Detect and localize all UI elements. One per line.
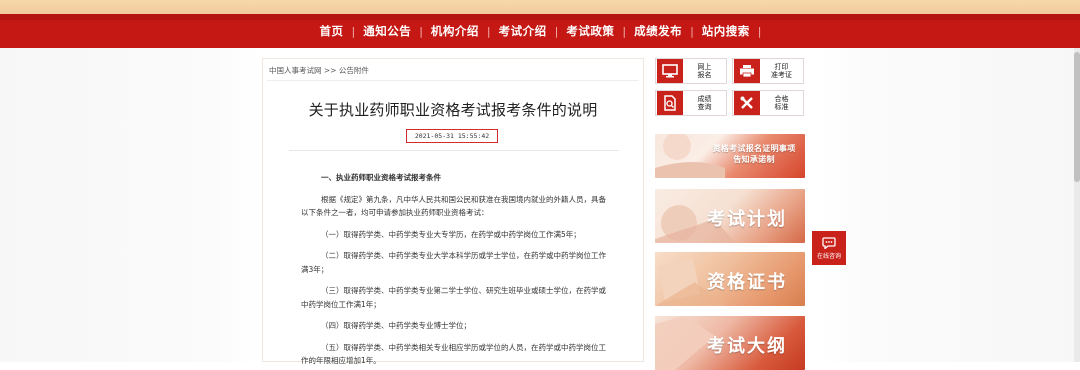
- nav-item-results[interactable]: 成绩发布: [626, 23, 690, 39]
- title-divider: [289, 150, 619, 151]
- scrollbar-thumb[interactable]: [1074, 52, 1080, 182]
- main-nav: 首页 | 通知公告 | 机构介绍 | 考试介绍 | 考试政策 | 成绩发布 | 站内搜索 |: [255, 14, 818, 48]
- quick-link-label: 网上 报名: [697, 62, 712, 80]
- nav-item-notices[interactable]: 通知公告: [355, 23, 419, 39]
- tools-icon: [734, 91, 760, 115]
- printer-icon: [734, 59, 760, 83]
- paragraph: （四）取得药学类、中药学类专业博士学位；: [321, 321, 471, 330]
- nav-item-organizations[interactable]: 机构介绍: [423, 23, 487, 39]
- top-decor-band: [0, 0, 1080, 14]
- banner-text: 资格证书: [707, 272, 787, 293]
- quick-link-online-registration[interactable]: 网上 报名: [655, 58, 727, 84]
- paragraph: （三）取得药学类、中药学类专业第二学士学位、研究生班毕业或硕士学位，在药学或中药…: [301, 286, 606, 309]
- banner-qualification-certificate[interactable]: 资格证书: [655, 252, 805, 306]
- quick-link-label: 合格 标准: [774, 94, 789, 112]
- nav-item-home[interactable]: 首页: [311, 23, 351, 39]
- quick-link-label: 打印 准考证: [771, 62, 792, 80]
- quick-link-score-query[interactable]: 成绩 查询: [655, 90, 727, 116]
- online-consult-button[interactable]: 在线咨询: [812, 231, 846, 265]
- banner-text: 考试计划: [707, 209, 787, 230]
- breadcrumb-divider: [267, 80, 639, 81]
- online-consult-label: 在线咨询: [816, 252, 841, 260]
- banner-exam-plan[interactable]: 考试计划: [655, 189, 805, 243]
- paragraph: （一）取得药学类、中药学类专业大专学历，在药学或中药学岗位工作满5年；: [321, 229, 581, 239]
- article-panel: 中国人事考试网 >> 公告附件 关于执业药师职业资格考试报考条件的说明 2021…: [262, 58, 644, 365]
- breadcrumb-current[interactable]: 公告附件: [339, 66, 369, 75]
- article-title: 关于执业药师职业资格考试报考条件的说明: [308, 101, 598, 119]
- nav-separator: |: [757, 24, 762, 38]
- search-document-icon: [657, 91, 683, 115]
- paragraph: （二）取得药学类、中药学类专业大学本科学历或学士学位，在药学或中药学岗位工作满3…: [301, 251, 606, 274]
- paragraph: 根据《规定》第九条，凡中华人民共和国公民和获准在我国境内就业的外籍人员，具备以下…: [301, 194, 606, 218]
- quick-link-print-admission[interactable]: 打印 准考证: [732, 58, 804, 84]
- publish-date: 2021-05-31 15:55:42: [406, 129, 498, 143]
- nav-item-exam-intro[interactable]: 考试介绍: [491, 23, 555, 39]
- nav-item-site-search[interactable]: 站内搜索: [694, 23, 758, 39]
- section-title: 一、执业药师职业资格考试报考条件: [321, 173, 441, 182]
- banner-registration-commitment[interactable]: 资格考试报名证明事项 告知承诺制: [655, 134, 805, 178]
- paragraph: （五）取得药学类、中药学类相关专业相应学历或学位的人员，在药学或中药学岗位工作的…: [301, 342, 606, 366]
- breadcrumb-separator: >>: [323, 66, 337, 75]
- quick-link-label: 成绩 查询: [697, 94, 712, 112]
- chat-bubble-icon: [822, 236, 836, 249]
- breadcrumb-home[interactable]: 中国人事考试网: [269, 66, 322, 75]
- banner-text: 考试大纲: [707, 336, 787, 357]
- breadcrumb: 中国人事考试网 >> 公告附件: [269, 65, 369, 76]
- monitor-icon: [657, 59, 683, 83]
- quick-link-passing-standard[interactable]: 合格 标准: [732, 90, 804, 116]
- nav-item-exam-policy[interactable]: 考试政策: [558, 23, 622, 39]
- banner-text: 资格考试报名证明事项 告知承诺制: [712, 143, 796, 164]
- article-body: 一、执业药师职业资格考试报考条件 根据《规定》第九条，凡中华人民共和国公民和获准…: [301, 171, 606, 368]
